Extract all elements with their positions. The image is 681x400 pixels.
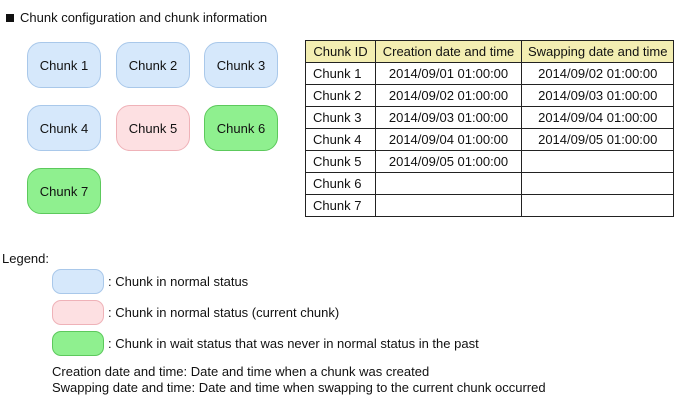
header-creation: Creation date and time [375, 40, 522, 63]
cell-creation: 2014/09/02 01:00:00 [375, 84, 522, 107]
chunk-box-6: Chunk 6 [204, 105, 278, 151]
header-swapping: Swapping date and time [520, 40, 675, 63]
cell-swapping: 2014/09/04 01:00:00 [520, 106, 675, 129]
cell-swapping: 2014/09/03 01:00:00 [520, 84, 675, 107]
cell-chunk-id: Chunk 1 [305, 62, 376, 85]
cell-swapping [520, 194, 675, 217]
chunk-label: Chunk 2 [128, 57, 178, 73]
cell-creation [375, 172, 522, 195]
cell-swapping: 2014/09/05 01:00:00 [520, 128, 675, 151]
cell-creation: 2014/09/05 01:00:00 [375, 150, 522, 173]
chunk-label: Chunk 6 [216, 120, 266, 136]
cell-creation: 2014/09/01 01:00:00 [375, 62, 522, 85]
chunk-box-3: Chunk 3 [204, 42, 278, 88]
chunk-box-1: Chunk 1 [27, 42, 101, 88]
diagram-title-text: Chunk configuration and chunk informatio… [20, 10, 268, 25]
cell-creation: 2014/09/03 01:00:00 [375, 106, 522, 129]
chunk-label: Chunk 3 [216, 57, 266, 73]
diagram-title: Chunk configuration and chunk informatio… [6, 10, 267, 25]
table-row: Chunk 6 [305, 172, 675, 195]
table-row: Chunk 7 [305, 194, 675, 217]
cell-chunk-id: Chunk 2 [305, 84, 376, 107]
legend-swatch-current [52, 300, 104, 325]
cell-swapping: 2014/09/02 01:00:00 [520, 62, 675, 85]
cell-swapping [520, 150, 675, 173]
chunk-label: Chunk 7 [39, 183, 89, 199]
note-creation: Creation date and time: Date and time wh… [52, 364, 430, 379]
note-swapping: Swapping date and time: Date and time wh… [52, 380, 546, 395]
legend-text-wait: : Chunk in wait status that was never in… [108, 336, 479, 351]
legend-text-current: : Chunk in normal status (current chunk) [108, 305, 340, 320]
chunk-info-table: Chunk ID Creation date and time Swapping… [305, 40, 675, 217]
chunk-label: Chunk 5 [128, 120, 178, 136]
square-bullet-icon [6, 13, 14, 22]
cell-creation: 2014/09/04 01:00:00 [375, 128, 522, 151]
chunk-box-5: Chunk 5 [116, 105, 190, 151]
legend-heading: Legend: [2, 251, 49, 266]
cell-creation [375, 194, 522, 217]
table-row: Chunk 4 2014/09/04 01:00:00 2014/09/05 0… [305, 128, 675, 151]
table-row: Chunk 5 2014/09/05 01:00:00 [305, 150, 675, 173]
chunk-box-2: Chunk 2 [116, 42, 190, 88]
cell-chunk-id: Chunk 6 [305, 172, 376, 195]
chunk-label: Chunk 4 [39, 120, 89, 136]
cell-chunk-id: Chunk 7 [305, 194, 376, 217]
legend-swatch-normal [52, 269, 104, 294]
chunk-box-7: Chunk 7 [27, 168, 101, 214]
cell-chunk-id: Chunk 3 [305, 106, 376, 129]
legend-text-normal: : Chunk in normal status [108, 274, 249, 289]
table-header-row: Chunk ID Creation date and time Swapping… [305, 40, 675, 63]
table-row: Chunk 3 2014/09/03 01:00:00 2014/09/04 0… [305, 106, 675, 129]
header-chunk-id: Chunk ID [305, 40, 376, 63]
chunk-box-4: Chunk 4 [27, 105, 101, 151]
table-row: Chunk 2 2014/09/02 01:00:00 2014/09/03 0… [305, 84, 675, 107]
chunk-label: Chunk 1 [39, 57, 89, 73]
table-row: Chunk 1 2014/09/01 01:00:00 2014/09/02 0… [305, 62, 675, 85]
cell-swapping [520, 172, 675, 195]
legend-swatch-wait [52, 331, 104, 356]
cell-chunk-id: Chunk 4 [305, 128, 376, 151]
cell-chunk-id: Chunk 5 [305, 150, 376, 173]
